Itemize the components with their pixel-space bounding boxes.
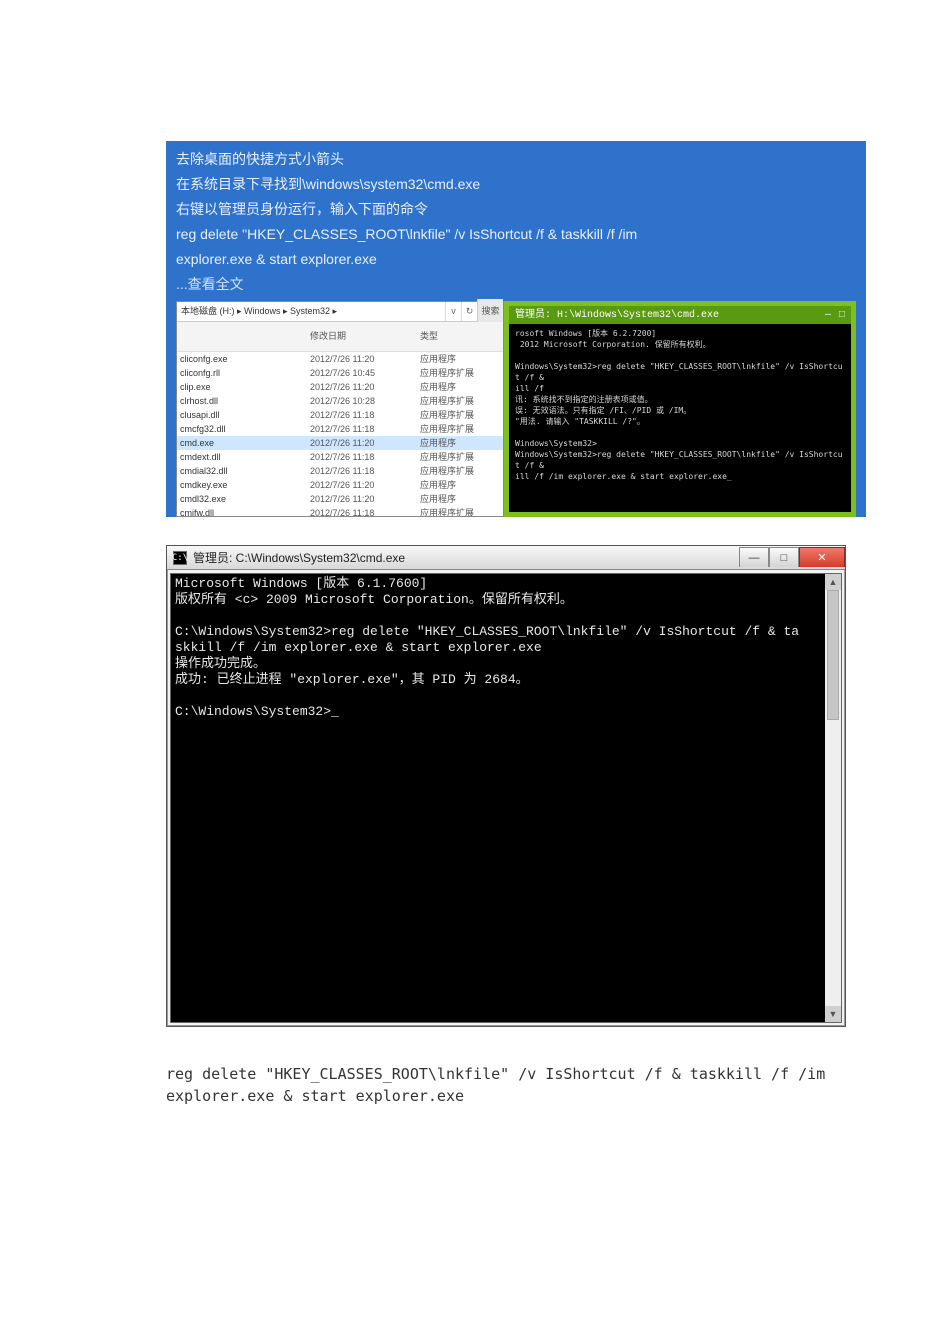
cmd-output: Microsoft Windows [版本 6.1.7600] 版权所有 <c>… xyxy=(171,574,825,1022)
cmd-icon: C:\ xyxy=(173,551,187,565)
cmd-minimize-button[interactable]: — xyxy=(739,547,769,567)
file-date: 2012/7/26 11:20 xyxy=(310,380,420,394)
file-name: clip.exe xyxy=(180,380,310,394)
file-name: cmdl32.exe xyxy=(180,492,310,506)
column-date-header[interactable]: 修改日期 xyxy=(310,324,420,349)
file-type: 应用程序 xyxy=(420,380,500,394)
file-name: clusapi.dll xyxy=(180,408,310,422)
file-type: 应用程序 xyxy=(420,352,500,366)
explorer-column-headers[interactable]: 修改日期 类型 xyxy=(177,322,503,352)
file-type: 应用程序扩展 xyxy=(420,422,500,436)
file-name: cliconfg.rll xyxy=(180,366,310,380)
file-name: cmdial32.dll xyxy=(180,464,310,478)
column-name-header[interactable] xyxy=(180,324,310,349)
mini-cmd-window: 管理员: H:\Windows\System32\cmd.exe — □ ros… xyxy=(504,301,856,517)
file-row[interactable]: cmdl32.exe2012/7/26 11:20应用程序 xyxy=(177,492,503,506)
explorer-refresh[interactable]: ↻ xyxy=(461,302,477,321)
file-row[interactable]: clrhost.dll2012/7/26 10:28应用程序扩展 xyxy=(177,394,503,408)
scroll-up-button[interactable]: ▲ xyxy=(825,574,841,590)
file-row[interactable]: clusapi.dll2012/7/26 11:18应用程序扩展 xyxy=(177,408,503,422)
file-type: 应用程序扩展 xyxy=(420,506,500,516)
cmd-close-button[interactable]: ✕ xyxy=(799,547,845,567)
bottom-line2: explorer.exe & start explorer.exe xyxy=(166,1085,846,1107)
file-name: cmifw.dll xyxy=(180,506,310,516)
file-date: 2012/7/26 11:18 xyxy=(310,506,420,516)
instruction-heading: 去除桌面的快捷方式小箭头 xyxy=(176,147,856,172)
embedded-screenshot-row: 本地磁盘 (H:) ▸ Windows ▸ System32 ▸ v ↻ 搜索 … xyxy=(176,301,856,517)
file-name: cliconfg.exe xyxy=(180,352,310,366)
file-row[interactable]: cmdial32.dll2012/7/26 11:18应用程序扩展 xyxy=(177,464,503,478)
file-type: 应用程序扩展 xyxy=(420,366,500,380)
scroll-thumb[interactable] xyxy=(827,590,839,720)
cmd-scrollbar[interactable]: ▲ ▼ xyxy=(825,574,841,1022)
file-name: cmcfg32.dll xyxy=(180,422,310,436)
document-page: 去除桌面的快捷方式小箭头 在系统目录下寻找到\windows\system32\… xyxy=(0,0,945,1337)
explorer-rows: cliconfg.exe2012/7/26 11:20应用程序cliconfg.… xyxy=(177,352,503,516)
file-date: 2012/7/26 11:20 xyxy=(310,478,420,492)
instruction-line: 在系统目录下寻找到\windows\system32\cmd.exe xyxy=(176,172,856,197)
explorer-address-bar[interactable]: 本地磁盘 (H:) ▸ Windows ▸ System32 ▸ v ↻ 搜索 xyxy=(177,302,503,322)
file-name: cmdext.dll xyxy=(180,450,310,464)
file-type: 应用程序 xyxy=(420,478,500,492)
file-type: 应用程序扩展 xyxy=(420,394,500,408)
cmd-window: C:\ 管理员: C:\Windows\System32\cmd.exe — □… xyxy=(166,545,846,1027)
file-row[interactable]: cmcfg32.dll2012/7/26 11:18应用程序扩展 xyxy=(177,422,503,436)
file-name: clrhost.dll xyxy=(180,394,310,408)
scroll-down-button[interactable]: ▼ xyxy=(825,1006,841,1022)
column-type-header[interactable]: 类型 xyxy=(420,324,500,349)
file-row[interactable]: cmifw.dll2012/7/26 11:18应用程序扩展 xyxy=(177,506,503,516)
file-row[interactable]: cmd.exe2012/7/26 11:20应用程序 xyxy=(177,436,503,450)
file-name: cmd.exe xyxy=(180,436,310,450)
file-row[interactable]: clip.exe2012/7/26 11:20应用程序 xyxy=(177,380,503,394)
read-more-link[interactable]: ...查看全文 xyxy=(176,272,856,297)
file-date: 2012/7/26 11:18 xyxy=(310,408,420,422)
explorer-path: 本地磁盘 (H:) ▸ Windows ▸ System32 ▸ xyxy=(177,299,445,324)
instruction-panel: 去除桌面的快捷方式小箭头 在系统目录下寻找到\windows\system32\… xyxy=(166,141,866,517)
file-date: 2012/7/26 11:20 xyxy=(310,492,420,506)
file-type: 应用程序 xyxy=(420,436,500,450)
file-date: 2012/7/26 11:18 xyxy=(310,464,420,478)
explorer-search-button[interactable]: 搜索 xyxy=(477,299,503,324)
file-type: 应用程序扩展 xyxy=(420,450,500,464)
file-date: 2012/7/26 11:20 xyxy=(310,436,420,450)
file-row[interactable]: cliconfg.rll2012/7/26 10:45应用程序扩展 xyxy=(177,366,503,380)
file-type: 应用程序扩展 xyxy=(420,464,500,478)
explorer-dropdown[interactable]: v xyxy=(445,302,461,321)
instruction-command-b: explorer.exe & start explorer.exe xyxy=(176,247,856,272)
file-type: 应用程序扩展 xyxy=(420,408,500,422)
instruction-line: 右键以管理员身份运行，输入下面的命令 xyxy=(176,197,856,222)
instruction-command-a: reg delete "HKEY_CLASSES_ROOT\lnkfile" /… xyxy=(176,222,856,247)
file-explorer: 本地磁盘 (H:) ▸ Windows ▸ System32 ▸ v ↻ 搜索 … xyxy=(176,301,504,517)
file-date: 2012/7/26 10:45 xyxy=(310,366,420,380)
mini-cmd-output: rosoft Windows [版本 6.2.7200] 2012 Micros… xyxy=(509,324,851,486)
cmd-titlebar[interactable]: C:\ 管理员: C:\Windows\System32\cmd.exe — □… xyxy=(167,546,845,570)
cmd-inner: Microsoft Windows [版本 6.1.7600] 版权所有 <c>… xyxy=(170,573,842,1023)
file-date: 2012/7/26 11:18 xyxy=(310,450,420,464)
mini-cmd-titlebar[interactable]: 管理员: H:\Windows\System32\cmd.exe — □ xyxy=(509,306,851,324)
file-date: 2012/7/26 11:18 xyxy=(310,422,420,436)
file-row[interactable]: cmdkey.exe2012/7/26 11:20应用程序 xyxy=(177,478,503,492)
bottom-line1: reg delete "HKEY_CLASSES_ROOT\lnkfile" /… xyxy=(166,1063,846,1085)
file-date: 2012/7/26 11:20 xyxy=(310,352,420,366)
file-name: cmdkey.exe xyxy=(180,478,310,492)
scroll-track[interactable] xyxy=(825,590,841,1006)
file-row[interactable]: cliconfg.exe2012/7/26 11:20应用程序 xyxy=(177,352,503,366)
file-date: 2012/7/26 10:28 xyxy=(310,394,420,408)
cmd-maximize-button[interactable]: □ xyxy=(769,547,799,567)
cmd-title: 管理员: C:\Windows\System32\cmd.exe xyxy=(193,549,405,566)
file-row[interactable]: cmdext.dll2012/7/26 11:18应用程序扩展 xyxy=(177,450,503,464)
file-type: 应用程序 xyxy=(420,492,500,506)
bottom-command-text: reg delete "HKEY_CLASSES_ROOT\lnkfile" /… xyxy=(166,1063,846,1107)
